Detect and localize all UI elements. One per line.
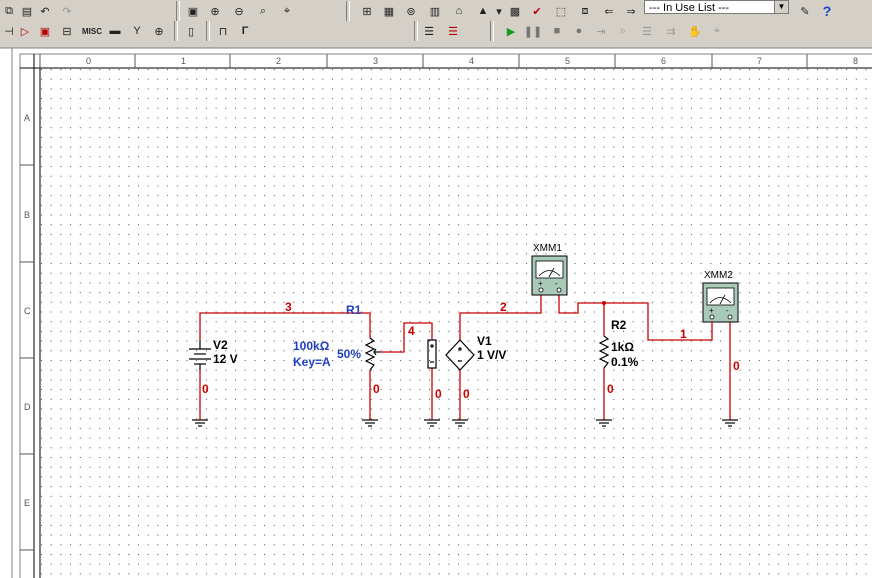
net-label-0-v2: 0: [202, 382, 209, 396]
ruler-col-0: 0: [86, 56, 91, 66]
v1-name: V1: [477, 334, 492, 348]
net-label-3: 3: [285, 300, 292, 314]
r2-value: 1kΩ: [611, 340, 634, 354]
multimeter-xmm1[interactable]: + -: [531, 255, 568, 296]
r2-name: R2: [611, 318, 627, 332]
r1-key: Key=A: [293, 355, 331, 369]
grid: [41, 69, 872, 578]
multimeter-xmm2[interactable]: + -: [702, 282, 739, 323]
ruler-col-7: 7: [757, 56, 762, 66]
r2-tolerance: 0.1%: [611, 355, 639, 369]
net-label-2: 2: [500, 300, 507, 314]
ruler-col-8: 8: [853, 56, 858, 66]
svg-text:+: +: [709, 306, 714, 315]
ruler-row-d: D: [24, 402, 31, 412]
schematic-svg: 0 1 2 3 4 5 6 7 8 A B C D E V2 12 V R1 1…: [0, 47, 872, 578]
junction-dot: [602, 301, 606, 305]
net-label-0-v1: 0: [463, 387, 470, 401]
svg-text:-: -: [555, 279, 558, 288]
ruler-col-3: 3: [373, 56, 378, 66]
ruler-col-2: 2: [276, 56, 281, 66]
net-label-0-r2: 0: [607, 382, 614, 396]
v2-value: 12 V: [213, 352, 238, 366]
v2-name: V2: [213, 338, 228, 352]
ruler-col-5: 5: [565, 56, 570, 66]
ruler-row-b: B: [24, 210, 30, 220]
net-label-0-v1-ctrl: 0: [435, 387, 442, 401]
svg-text:-: -: [726, 306, 729, 315]
svg-text:+: +: [538, 279, 543, 288]
r1-name: R1: [346, 303, 362, 317]
ruler-row-a: A: [24, 113, 30, 123]
xmm2-name: XMM2: [704, 270, 733, 281]
net-label-0-r1: 0: [373, 382, 380, 396]
ruler-col-4: 4: [469, 56, 474, 66]
r1-percent: 50%: [337, 347, 361, 361]
xmm1-name: XMM1: [533, 243, 562, 254]
net-label-0-xmm2: 0: [733, 359, 740, 373]
r1-value: 100kΩ: [293, 339, 330, 353]
net-label-1: 1: [680, 327, 687, 341]
ruler-row-c: C: [24, 306, 31, 316]
v1-value: 1 V/V: [477, 348, 506, 362]
ruler-row-e: E: [24, 498, 30, 508]
ruler-col-1: 1: [181, 56, 186, 66]
net-label-4: 4: [408, 324, 415, 338]
ruler-col-6: 6: [661, 56, 666, 66]
